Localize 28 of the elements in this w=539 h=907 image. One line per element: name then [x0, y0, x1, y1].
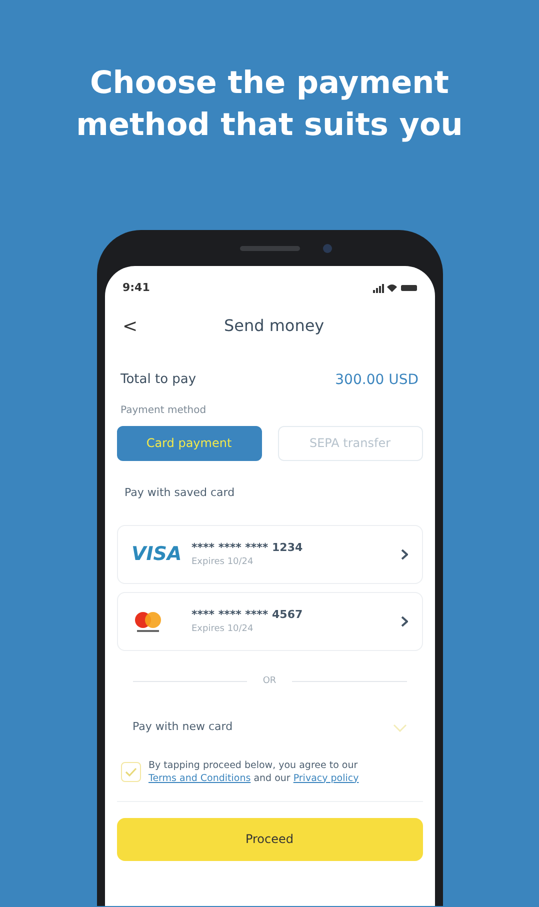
privacy-link[interactable]: Privacy policy [293, 772, 359, 784]
back-button[interactable]: < [116, 312, 144, 340]
agreement-checkbox[interactable] [120, 762, 140, 782]
or-separator: OR [262, 675, 276, 688]
saved-card-row[interactable]: **** **** **** 4567 Expires 10/24 [116, 592, 422, 651]
card-number: **** **** **** 1234 [192, 540, 304, 556]
speaker-grille [240, 246, 300, 251]
total-amount: 300.00 USD [335, 370, 418, 390]
status-icons [372, 283, 416, 294]
terms-link[interactable]: Terms and Conditions [148, 772, 251, 784]
saved-card-label: Pay with saved card [124, 484, 236, 500]
screen-title: Send money [222, 315, 326, 337]
check-icon [124, 766, 136, 776]
card-number: **** **** **** 4567 [192, 606, 304, 622]
agreement-text: By tapping proceed below, you agree to our Terms and Conditions and our Privacy policy [148, 758, 360, 784]
proceed-button[interactable]: Proceed [116, 818, 422, 860]
payment-method-label: Payment method [120, 404, 208, 418]
new-card-dropdown[interactable]: Pay with new card [116, 712, 422, 742]
card-expiry: Expires 10/24 [192, 623, 254, 636]
chevron-right-icon [400, 616, 408, 627]
chevron-icon [392, 724, 406, 732]
camera-dot [322, 244, 332, 253]
total-label: Total to pay [120, 370, 196, 388]
status-time: 9:41 [122, 280, 150, 296]
chevron-right-icon [400, 549, 408, 560]
card-expiry: Expires 10/24 [192, 556, 254, 569]
headline: Choose the payment method that suits you [75, 64, 464, 145]
card-brand-logo: VISA [132, 542, 183, 568]
